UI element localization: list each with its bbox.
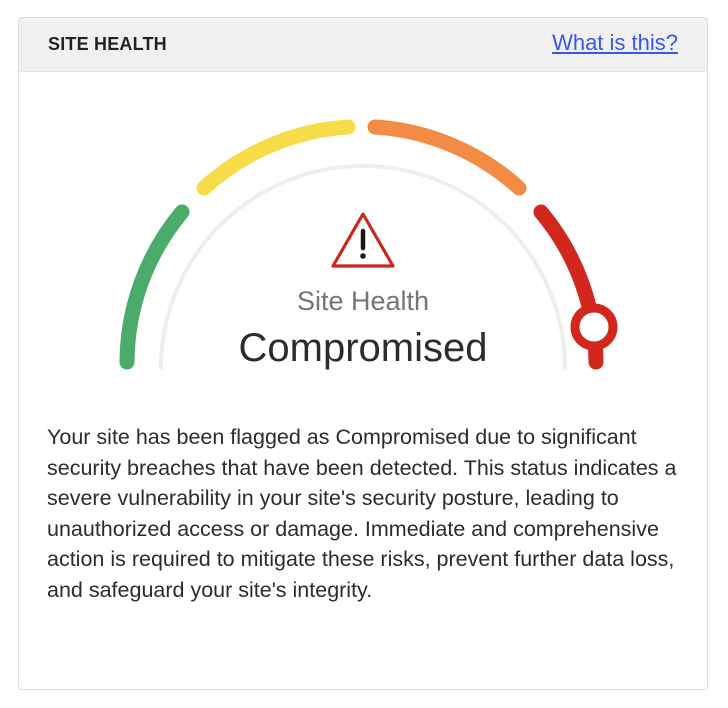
gauge-label: Site Health	[296, 286, 430, 316]
warning-triangle-icon	[331, 212, 395, 268]
gauge-segment-orange	[367, 119, 527, 196]
gauge-status: Compromised	[238, 326, 488, 370]
gauge-segment-yellow	[196, 119, 356, 196]
health-description: Your site has been flagged as Compromise…	[47, 425, 677, 602]
